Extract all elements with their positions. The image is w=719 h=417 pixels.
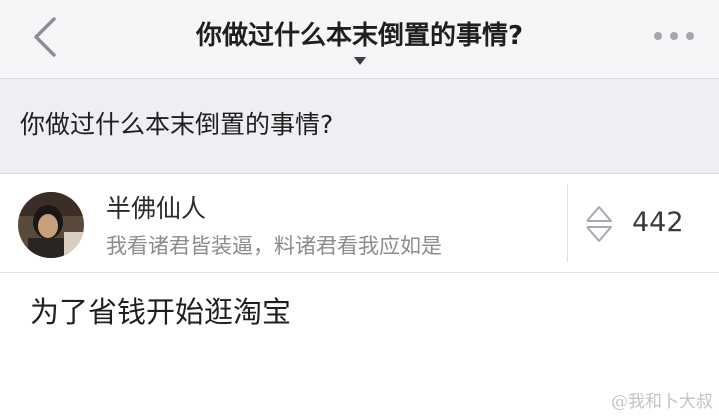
vote-count: 442 [632, 207, 684, 238]
divider [567, 184, 568, 262]
nav-title[interactable]: 你做过什么本末倒置的事情? [0, 18, 719, 54]
more-horizontal-icon[interactable] [652, 30, 696, 42]
answer-body: 为了省钱开始逛淘宝 [30, 295, 292, 329]
question-title[interactable]: 你做过什么本末倒置的事情? [20, 107, 333, 143]
answer-author-row: 半佛仙人 我看诸君皆装逼，料诸君看我应如是 442 [0, 174, 719, 273]
caret-down-icon[interactable] [354, 57, 366, 65]
vote-up-down-icon[interactable] [584, 202, 614, 246]
question-header[interactable]: 你做过什么本末倒置的事情? [0, 79, 719, 174]
author-bio: 我看诸君皆装逼，料诸君看我应如是 [106, 234, 442, 258]
watermark: @我和卜大叔 [611, 392, 713, 412]
author-name[interactable]: 半佛仙人 [106, 192, 206, 226]
avatar[interactable] [18, 192, 84, 258]
top-navigation-bar: 你做过什么本末倒置的事情? [0, 0, 719, 79]
